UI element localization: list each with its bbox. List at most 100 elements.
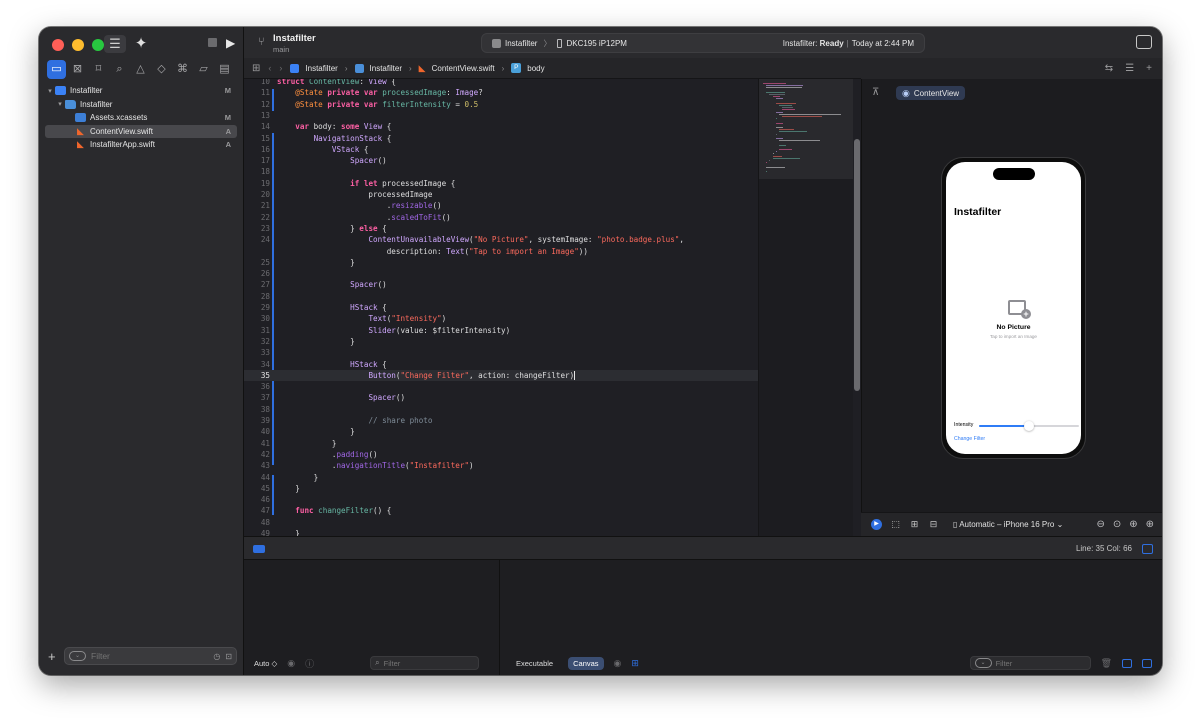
stop-button[interactable] xyxy=(208,38,217,47)
code-line[interactable]: 36 xyxy=(244,381,758,392)
preview-tab[interactable]: ◉ ContentView xyxy=(896,86,966,100)
line-number[interactable]: 39 xyxy=(244,415,270,426)
line-number[interactable]: 11 xyxy=(244,87,270,98)
line-number[interactable]: 28 xyxy=(244,291,270,302)
zoom-out-icon[interactable]: ⊖ xyxy=(1096,519,1104,530)
report-icon[interactable]: ▤ xyxy=(215,60,234,79)
code-line[interactable]: 46 xyxy=(244,494,758,505)
code-line[interactable]: 17 Spacer() xyxy=(244,155,758,166)
line-number[interactable]: 40 xyxy=(244,426,270,437)
eye-icon[interactable]: ◉ xyxy=(614,658,622,669)
line-number[interactable]: 25 xyxy=(244,257,270,268)
code-line[interactable]: 21 .resizable() xyxy=(244,200,758,211)
device-settings-icon[interactable]: ⊟ xyxy=(928,519,939,530)
zoom-in-icon[interactable]: ⊕ xyxy=(1129,519,1137,530)
line-number[interactable]: 34 xyxy=(244,359,270,370)
code-line[interactable]: 18 xyxy=(244,166,758,177)
debug-icon[interactable]: ⌘ xyxy=(173,60,192,79)
swap-icon[interactable]: ⇆ xyxy=(1105,63,1113,74)
line-number[interactable]: 21 xyxy=(244,200,270,211)
filter-options-icon[interactable]: ⌄ xyxy=(974,658,992,668)
code-line[interactable]: 23 } else { xyxy=(244,223,758,234)
related-items-icon[interactable]: ⊞ xyxy=(252,63,260,74)
breadcrumb-symbol[interactable]: body xyxy=(527,64,544,73)
editor-scrollbar[interactable] xyxy=(853,79,861,536)
debug-area-toggle-icon[interactable] xyxy=(253,545,265,553)
line-number[interactable]: 10 xyxy=(244,79,270,87)
code-line[interactable]: 12 @State private var filterIntensity = … xyxy=(244,99,758,110)
live-preview-icon[interactable]: ▶ xyxy=(871,519,882,530)
line-number[interactable]: 27 xyxy=(244,279,270,290)
breadcrumb-file[interactable]: ContentView.swift xyxy=(432,64,495,73)
canvas-console-icon[interactable]: ⊞ xyxy=(631,658,639,669)
line-number[interactable]: 12 xyxy=(244,99,270,110)
code-line[interactable]: 16 VStack { xyxy=(244,144,758,155)
info-icon[interactable]: ⓘ xyxy=(305,657,314,670)
code-line[interactable]: 44 } xyxy=(244,472,758,483)
minimize-window-button[interactable] xyxy=(72,39,84,51)
selectable-mode-icon[interactable]: ⬚ xyxy=(890,519,901,530)
change-filter-button[interactable]: Change Filter xyxy=(954,436,985,442)
code-line[interactable]: 41 } xyxy=(244,438,758,449)
code-line[interactable]: 24 ContentUnavailableView("No Picture", … xyxy=(244,234,758,245)
branch-name[interactable]: main xyxy=(273,45,289,54)
issue-icon[interactable]: △ xyxy=(131,60,150,79)
line-number[interactable]: 29 xyxy=(244,302,270,313)
tree-item-instafilterapp[interactable]: ◣ InstafilterApp.swift A xyxy=(45,138,237,152)
source-editor[interactable]: 10 struct ContentView: View {11 @State pr… xyxy=(244,79,758,536)
scm-filter-icon[interactable]: ⊡ xyxy=(225,652,232,661)
code-line[interactable]: 13 xyxy=(244,110,758,121)
close-window-button[interactable] xyxy=(52,39,64,51)
line-number[interactable]: 35 xyxy=(244,370,270,381)
zoom-fit-icon[interactable]: ⊙ xyxy=(1113,519,1121,530)
show-variables-icon[interactable] xyxy=(1122,658,1132,668)
add-editor-icon[interactable]: + xyxy=(1146,63,1152,74)
console-filter-input[interactable] xyxy=(995,658,1086,668)
line-number[interactable]: 44 xyxy=(244,472,270,483)
line-number[interactable]: 30 xyxy=(244,313,270,324)
line-number[interactable]: 46 xyxy=(244,494,270,505)
code-line[interactable]: 32 } xyxy=(244,336,758,347)
line-number[interactable]: 15 xyxy=(244,133,270,144)
line-number[interactable]: 32 xyxy=(244,336,270,347)
line-number[interactable]: 26 xyxy=(244,268,270,279)
line-number[interactable]: 43 xyxy=(244,460,270,471)
line-number[interactable]: 47 xyxy=(244,505,270,516)
chevron-down-icon[interactable]: ▾ xyxy=(45,87,55,95)
code-line[interactable]: 26 xyxy=(244,268,758,279)
executable-tab[interactable]: Executable xyxy=(511,657,558,670)
slider-thumb[interactable] xyxy=(1024,421,1034,431)
coding-assistant-icon[interactable]: ✦ xyxy=(131,35,151,53)
eye-icon[interactable]: ◉ xyxy=(287,658,295,669)
code-line[interactable]: 43 .navigationTitle("Instafilter") xyxy=(244,460,758,471)
code-line[interactable]: 37 Spacer() xyxy=(244,392,758,403)
preview-device-selector[interactable]: ▯ Automatic – iPhone 16 Pro ⌄ xyxy=(953,520,1063,529)
auto-selector[interactable]: Auto ◇ xyxy=(254,659,277,668)
editor-layout-icon[interactable]: ☰ xyxy=(1125,63,1134,74)
code-line[interactable]: 20 processedImage xyxy=(244,189,758,200)
code-line[interactable]: 49 } xyxy=(244,528,758,536)
code-line[interactable]: description: Text("Tap to import an Imag… xyxy=(244,246,758,257)
hide-debug-area-icon[interactable] xyxy=(1142,544,1153,554)
code-line[interactable]: 19 if let processedImage { xyxy=(244,178,758,189)
intensity-slider[interactable] xyxy=(979,421,1079,431)
code-line[interactable]: 47 func changeFilter() { xyxy=(244,505,758,516)
code-line[interactable]: 30 Text("Intensity") xyxy=(244,313,758,324)
line-number[interactable]: 23 xyxy=(244,223,270,234)
test-icon[interactable]: ◇ xyxy=(152,60,171,79)
code-line[interactable]: 38 xyxy=(244,404,758,415)
breadcrumb-group[interactable]: Instafilter xyxy=(370,64,402,73)
line-number[interactable]: 20 xyxy=(244,189,270,200)
code-line[interactable]: 29 HStack { xyxy=(244,302,758,313)
code-line[interactable]: 34 HStack { xyxy=(244,359,758,370)
tree-item-group[interactable]: ▾ Instafilter xyxy=(45,98,237,112)
tree-item-contentview[interactable]: ◣ ContentView.swift A xyxy=(45,124,237,138)
code-line[interactable]: 39 // share photo xyxy=(244,415,758,426)
zoom-window-button[interactable] xyxy=(92,39,104,51)
pin-icon[interactable]: ⊼ xyxy=(872,87,879,98)
code-line[interactable]: 48 xyxy=(244,517,758,528)
code-line[interactable]: 22 .scaledToFit() xyxy=(244,212,758,223)
line-number[interactable]: 41 xyxy=(244,438,270,449)
run-button[interactable]: ▶ xyxy=(226,36,235,50)
run-destination-selector[interactable]: DKC195 iP12PM xyxy=(566,39,626,48)
